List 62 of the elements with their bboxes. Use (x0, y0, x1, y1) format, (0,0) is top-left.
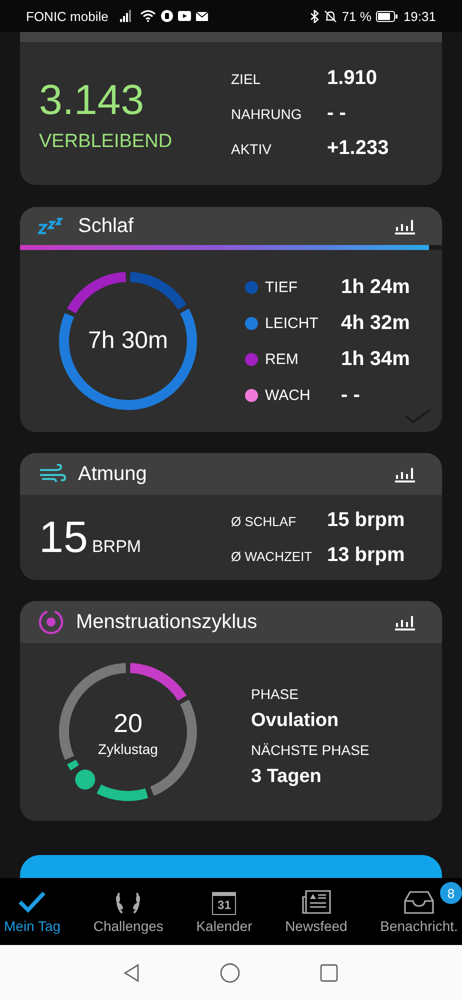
mail-icon (196, 12, 208, 20)
cycle-day-label: Zyklustag (98, 740, 158, 756)
target-icon (38, 609, 64, 635)
stage-label: TIEF (265, 278, 298, 296)
breath-value: 15 (39, 512, 88, 562)
stat-value: 15 brpm (327, 508, 405, 532)
chart-icon[interactable] (394, 613, 416, 631)
stat-label: NAHRUNG (231, 106, 303, 122)
stage-label: WACH (265, 386, 312, 404)
stat-label: Ø WACHZEIT (231, 548, 314, 564)
newspaper-icon (300, 889, 332, 915)
card-title: Menstruationszyklus (76, 610, 258, 634)
chart-icon[interactable] (394, 465, 416, 483)
chart-icon[interactable] (394, 217, 416, 235)
stat-label: Ø SCHLAF (231, 514, 298, 528)
cycle-day: 20 (114, 708, 142, 738)
stage-value: 1h 34m (341, 348, 410, 370)
calendar-icon: 31 (212, 892, 236, 915)
back-icon[interactable] (124, 964, 140, 982)
phase-label: PHASE (251, 686, 300, 702)
phase-value: Ovulation (251, 710, 340, 732)
stage-label: REM (265, 350, 300, 368)
battery-icon (376, 10, 398, 22)
stat-value: 1.910 (327, 67, 378, 90)
nav-tab[interactable]: Mein Tag (2, 878, 63, 945)
nav-tab[interactable]: Newsfeed (283, 878, 350, 945)
stage-value: - - (341, 384, 360, 406)
home-icon[interactable] (220, 962, 240, 982)
wind-icon (38, 464, 66, 484)
card-title: Atmung (78, 462, 147, 486)
stage-value: 1h 24m (341, 276, 410, 298)
phase-label: NÄCHSTE PHASE (251, 742, 370, 758)
carrier-name: FONIC mobile (26, 8, 108, 24)
app-icon (161, 10, 174, 22)
nav-tab[interactable]: Benachricht. 8 (378, 878, 460, 945)
bluetooth-icon (310, 10, 319, 22)
battery-percent: 71 % (342, 8, 372, 24)
stat-label: AKTIV (231, 141, 272, 157)
check-icon (17, 889, 48, 915)
phase-value: 3 Tagen (251, 766, 322, 788)
stage-value: 4h 32m (341, 312, 410, 334)
wifi-icon (140, 10, 156, 22)
calories-card[interactable]: 3.143 VERBLEIBEND ZIEL 1.910 NAHRUNG - - AKTIV +1.233 (20, 32, 442, 185)
inbox-icon (403, 889, 436, 915)
remaining-value: 3.143 (39, 74, 146, 124)
clock-time: 19:31 (403, 8, 436, 24)
card-title: Schlaf (78, 214, 134, 238)
stat-label: ZIEL (231, 71, 262, 87)
sleep-total: 7h 30m (88, 327, 168, 355)
bell-off-icon (324, 10, 337, 22)
stat-value: - - (327, 102, 346, 125)
notification-badge: 8 (440, 882, 462, 904)
recents-icon[interactable] (320, 964, 338, 982)
stat-value: 13 brpm (327, 544, 405, 566)
stage-label: LEICHT (265, 314, 320, 332)
video-icon (178, 11, 192, 21)
nav-tab[interactable]: 31 Kalender (194, 878, 254, 945)
breath-unit: BRPM (92, 536, 142, 556)
zzz-icon (38, 217, 66, 235)
stat-value: +1.233 (327, 137, 389, 160)
nav-tab[interactable]: Challenges (91, 878, 166, 945)
remaining-label: VERBLEIBEND (39, 130, 174, 152)
